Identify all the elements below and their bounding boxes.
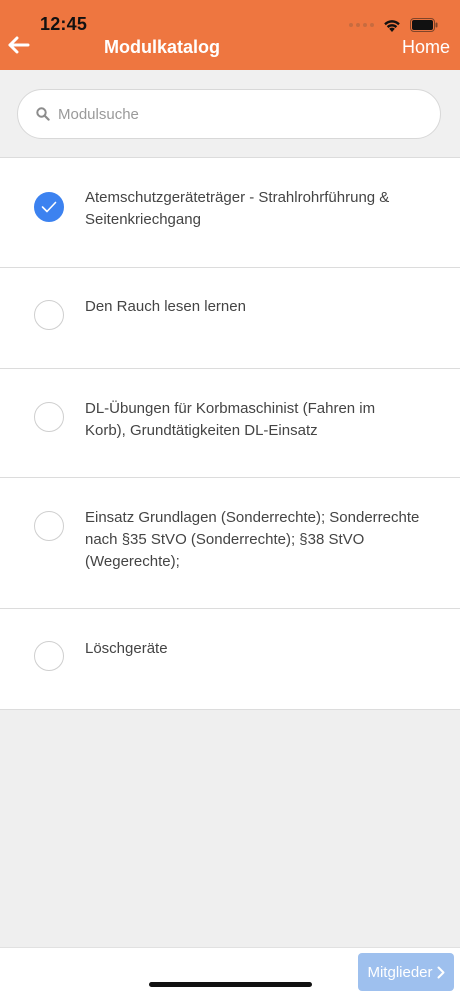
list-item[interactable]: DL-Übungen für Korbmaschinist (Fahren im… [0, 368, 460, 477]
radio-icon[interactable] [34, 511, 64, 541]
list-item[interactable]: Löschgeräte [0, 608, 460, 710]
mitglieder-button[interactable]: Mitglieder [358, 953, 454, 991]
signal-dots-icon [349, 23, 374, 27]
status-icons [349, 16, 438, 34]
module-list: Atemschutzgeräteträger - Strahlrohrführu… [0, 157, 460, 710]
page-title: Modulkatalog [104, 37, 220, 57]
status-time: 12:45 [40, 14, 88, 34]
list-item[interactable]: Einsatz Grundlagen (Sonderrechte); Sonde… [0, 477, 460, 608]
chevron-right-icon [437, 966, 445, 978]
search-area [0, 70, 460, 158]
search-icon [36, 107, 50, 121]
search-input[interactable] [56, 104, 420, 124]
search-box[interactable] [17, 89, 441, 139]
back-arrow-icon[interactable] [8, 36, 32, 56]
module-label: Löschgeräte [85, 640, 168, 657]
mitglieder-label: Mitglieder [367, 963, 433, 981]
list-item[interactable]: Atemschutzgeräteträger - Strahlrohrführu… [0, 157, 460, 267]
app-header: 12:45 Modulkatalog Home [0, 0, 460, 70]
home-indicator [149, 982, 312, 987]
list-item[interactable]: Den Rauch lesen lernen [0, 267, 460, 368]
module-label: Einsatz Grundlagen (Sonderrechte); Sonde… [85, 509, 420, 570]
radio-icon[interactable] [34, 300, 64, 330]
footer-bar: Mitglieder [0, 947, 460, 997]
module-label: Atemschutzgeräteträger - Strahlrohrführu… [85, 189, 390, 228]
radio-icon[interactable] [34, 641, 64, 671]
module-label: DL-Übungen für Korbmaschinist (Fahren im… [85, 400, 376, 439]
radio-icon[interactable] [34, 402, 64, 432]
checked-radio-icon[interactable] [34, 192, 64, 222]
wifi-icon [382, 18, 402, 33]
battery-icon [410, 18, 438, 32]
module-label: Den Rauch lesen lernen [85, 298, 246, 315]
home-button[interactable]: Home [402, 37, 450, 58]
